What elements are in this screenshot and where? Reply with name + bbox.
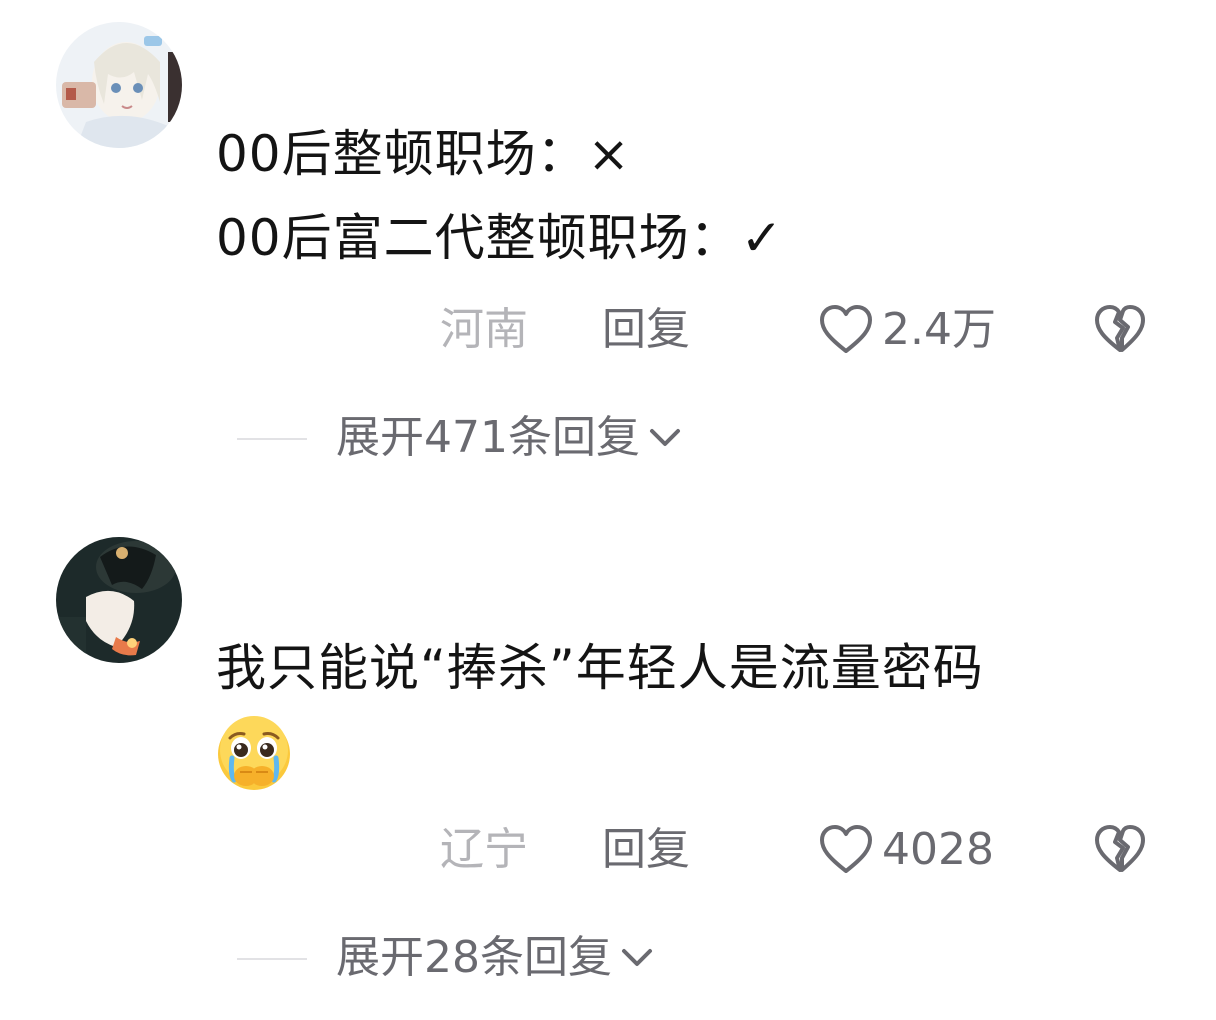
expand-replies-label: 展开28条回复 [336, 932, 612, 983]
divider-line [237, 958, 307, 960]
anime-girl-avatar [56, 22, 182, 148]
heart-outline-icon [820, 305, 872, 353]
dislike-button[interactable] [1093, 824, 1147, 890]
expand-replies-row: 展开28条回复 [0, 928, 1216, 988]
pleading-crying-face-emoji [216, 716, 292, 792]
like-button[interactable]: 4028 [818, 820, 994, 880]
broken-heart-icon [1095, 305, 1145, 352]
like-count: 2.4万 [882, 304, 996, 355]
dislike-button[interactable] [1093, 304, 1147, 370]
reply-button[interactable]: 回复 [602, 820, 690, 880]
avatar[interactable] [56, 537, 182, 663]
heart-outline-icon [820, 825, 872, 873]
reply-button[interactable]: 回复 [602, 300, 690, 360]
expand-replies-row: 展开471条回复 [0, 408, 1216, 468]
chevron-down-icon [649, 429, 680, 446]
divider-line [237, 438, 307, 440]
comment-text: 00后整顿职场：× 00后富二代整顿职场：✓ [216, 112, 1176, 280]
comment-line: 00后富二代整顿职场：✓ [216, 209, 784, 267]
avatar[interactable] [56, 22, 182, 148]
expand-replies-button[interactable]: 展开28条回复 [336, 928, 654, 988]
location-label: 辽宁 [440, 824, 528, 875]
expand-replies-label: 展开471条回复 [336, 412, 640, 463]
comment-text: 我只能说“捧杀”年轻人是流量密码 [216, 626, 1176, 792]
like-count: 4028 [882, 824, 994, 875]
dark-figure-avatar [56, 537, 182, 663]
comment-line: 00后整顿职场：× [216, 125, 631, 183]
comment-meta: 河南 回复 2.4万 [0, 300, 1216, 360]
chevron-down-icon [622, 949, 652, 966]
comment-meta: 辽宁 回复 4028 [0, 820, 1216, 880]
like-button[interactable]: 2.4万 [818, 300, 996, 360]
broken-heart-icon [1095, 825, 1145, 872]
location-label: 河南 [440, 304, 528, 355]
comment-line: 我只能说“捧杀”年轻人是流量密码 [216, 639, 984, 697]
expand-replies-button[interactable]: 展开471条回复 [336, 408, 682, 468]
